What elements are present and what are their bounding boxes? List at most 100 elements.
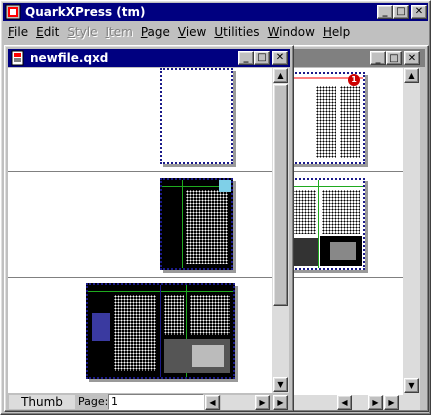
menu-utilities[interactable]: Utilities xyxy=(210,23,263,41)
menu-bar: File Edit Style Item Page View Utilities Window… xyxy=(4,23,427,41)
page-thumbnail-2[interactable] xyxy=(160,178,233,270)
menu-accelerator: H xyxy=(322,25,332,39)
back-minimize-button[interactable]: _ xyxy=(370,51,386,65)
horizontal-scrollbar[interactable] xyxy=(221,395,255,410)
menu-view[interactable]: View xyxy=(174,23,210,41)
document-icon xyxy=(10,50,26,66)
back-page-thumbnail[interactable]: 1 xyxy=(288,72,365,164)
scroll-right-button[interactable]: ▶ xyxy=(255,395,270,410)
text-column xyxy=(186,190,228,264)
scroll-up-button[interactable]: ▲ xyxy=(273,68,288,83)
close-icon: ✕ xyxy=(275,52,285,63)
vertical-scroll-thumb[interactable] xyxy=(273,84,288,306)
page-thumbnail-spread-3-4[interactable] xyxy=(86,283,235,379)
back-horizontal-scrollbar[interactable] xyxy=(288,395,420,410)
text-column xyxy=(114,295,156,371)
image-block xyxy=(292,238,318,266)
scroll-down-button[interactable]: ▼ xyxy=(273,377,288,392)
view-mode-label[interactable]: Thumb xyxy=(9,395,75,409)
page-label: Page: xyxy=(78,395,109,408)
maximize-button[interactable]: □ xyxy=(393,5,409,19)
resize-grip[interactable]: ▶ xyxy=(273,395,288,410)
guide-line xyxy=(182,180,183,268)
scroll-right-icon: ▶ xyxy=(259,398,266,407)
scroll-up-icon: ▲ xyxy=(408,71,415,80)
scroll-right-icon: ▶ xyxy=(388,398,395,407)
image-block xyxy=(92,313,110,341)
page-number-field[interactable]: 1 xyxy=(108,394,204,410)
menu-accelerator: S xyxy=(67,25,75,39)
back-vertical-scrollbar[interactable] xyxy=(403,68,420,395)
menu-label: tem xyxy=(109,25,133,39)
scroll-right-icon: ▶ xyxy=(372,398,379,407)
app-title-bar[interactable]: QuarkXPress (tm) _ □ ✕ xyxy=(3,3,428,21)
maximize-icon: □ xyxy=(257,52,267,63)
text-column xyxy=(340,86,360,158)
back-page-thumbnail[interactable] xyxy=(288,178,365,270)
page-menu-button[interactable]: ◀ xyxy=(205,395,220,410)
maximize-icon: □ xyxy=(389,52,399,64)
scroll-up-icon: ▲ xyxy=(277,71,284,80)
doc-close-button[interactable]: ✕ xyxy=(272,51,288,65)
page-corner-icon xyxy=(219,180,231,192)
page-badge: 1 xyxy=(348,74,360,86)
close-icon: ✕ xyxy=(407,52,417,64)
menu-page[interactable]: Page xyxy=(137,23,174,41)
menu-help[interactable]: Help xyxy=(319,23,354,41)
image-block xyxy=(192,345,224,367)
back-document-canvas[interactable]: 1 xyxy=(288,68,403,395)
scroll-down-icon: ▼ xyxy=(408,381,415,390)
scroll-left-icon: ◀ xyxy=(209,398,216,407)
menu-item: Item xyxy=(102,23,137,41)
back-row-separator xyxy=(288,171,403,172)
row-separator xyxy=(8,277,272,278)
minimize-button[interactable]: _ xyxy=(377,5,393,19)
guide-line xyxy=(160,285,161,377)
back-maximize-button[interactable]: □ xyxy=(386,51,402,65)
scroll-left-icon: ◀ xyxy=(341,398,348,407)
close-button[interactable]: ✕ xyxy=(411,5,427,19)
menu-label: elp xyxy=(331,25,351,39)
row-separator xyxy=(8,171,272,172)
menu-accelerator: W xyxy=(267,25,280,39)
menu-label: tilities xyxy=(223,25,260,39)
menu-window[interactable]: Window xyxy=(264,23,319,41)
document-title: newfile.qxd xyxy=(30,51,109,65)
back-close-button[interactable]: ✕ xyxy=(404,51,420,65)
back-scroll-left-button[interactable]: ◀ xyxy=(337,395,352,410)
page-thumbnail-1[interactable] xyxy=(160,68,233,164)
minimize-icon: _ xyxy=(382,6,388,17)
menu-accelerator: U xyxy=(214,25,224,39)
text-column xyxy=(292,190,316,234)
menu-accelerator: P xyxy=(140,25,148,39)
menu-label: indow xyxy=(279,25,315,39)
menu-file[interactable]: File xyxy=(4,23,32,41)
back-scroll-up-button[interactable]: ▲ xyxy=(404,68,419,83)
menu-label: age xyxy=(147,25,170,39)
guide-line xyxy=(290,186,363,187)
menu-edit[interactable]: Edit xyxy=(32,23,63,41)
close-icon: ✕ xyxy=(414,6,424,17)
app-icon xyxy=(5,4,21,20)
doc-maximize-button[interactable]: □ xyxy=(254,51,270,65)
doc-minimize-button[interactable]: _ xyxy=(238,51,254,65)
document-title-bar[interactable]: newfile.qxd _ □ ✕ xyxy=(8,49,290,67)
scroll-down-icon: ▼ xyxy=(277,380,284,389)
back-row-separator xyxy=(288,277,403,278)
menu-label: ile xyxy=(14,25,29,39)
text-column xyxy=(190,295,230,335)
document-canvas[interactable] xyxy=(8,68,272,393)
menu-accelerator: E xyxy=(36,25,44,39)
minimize-icon: _ xyxy=(243,52,249,63)
back-next-page-button[interactable]: ▶ xyxy=(384,395,399,410)
guide-line xyxy=(318,180,319,268)
menu-label: tyle xyxy=(74,25,98,39)
back-scroll-right-button[interactable]: ▶ xyxy=(368,395,383,410)
text-column xyxy=(164,295,184,335)
back-scroll-down-button[interactable]: ▼ xyxy=(404,378,419,393)
menu-style: Style xyxy=(63,23,101,41)
app-title: QuarkXPress (tm) xyxy=(25,5,146,19)
maximize-icon: □ xyxy=(396,6,406,17)
text-column xyxy=(316,86,336,158)
minimize-icon: _ xyxy=(375,52,381,64)
